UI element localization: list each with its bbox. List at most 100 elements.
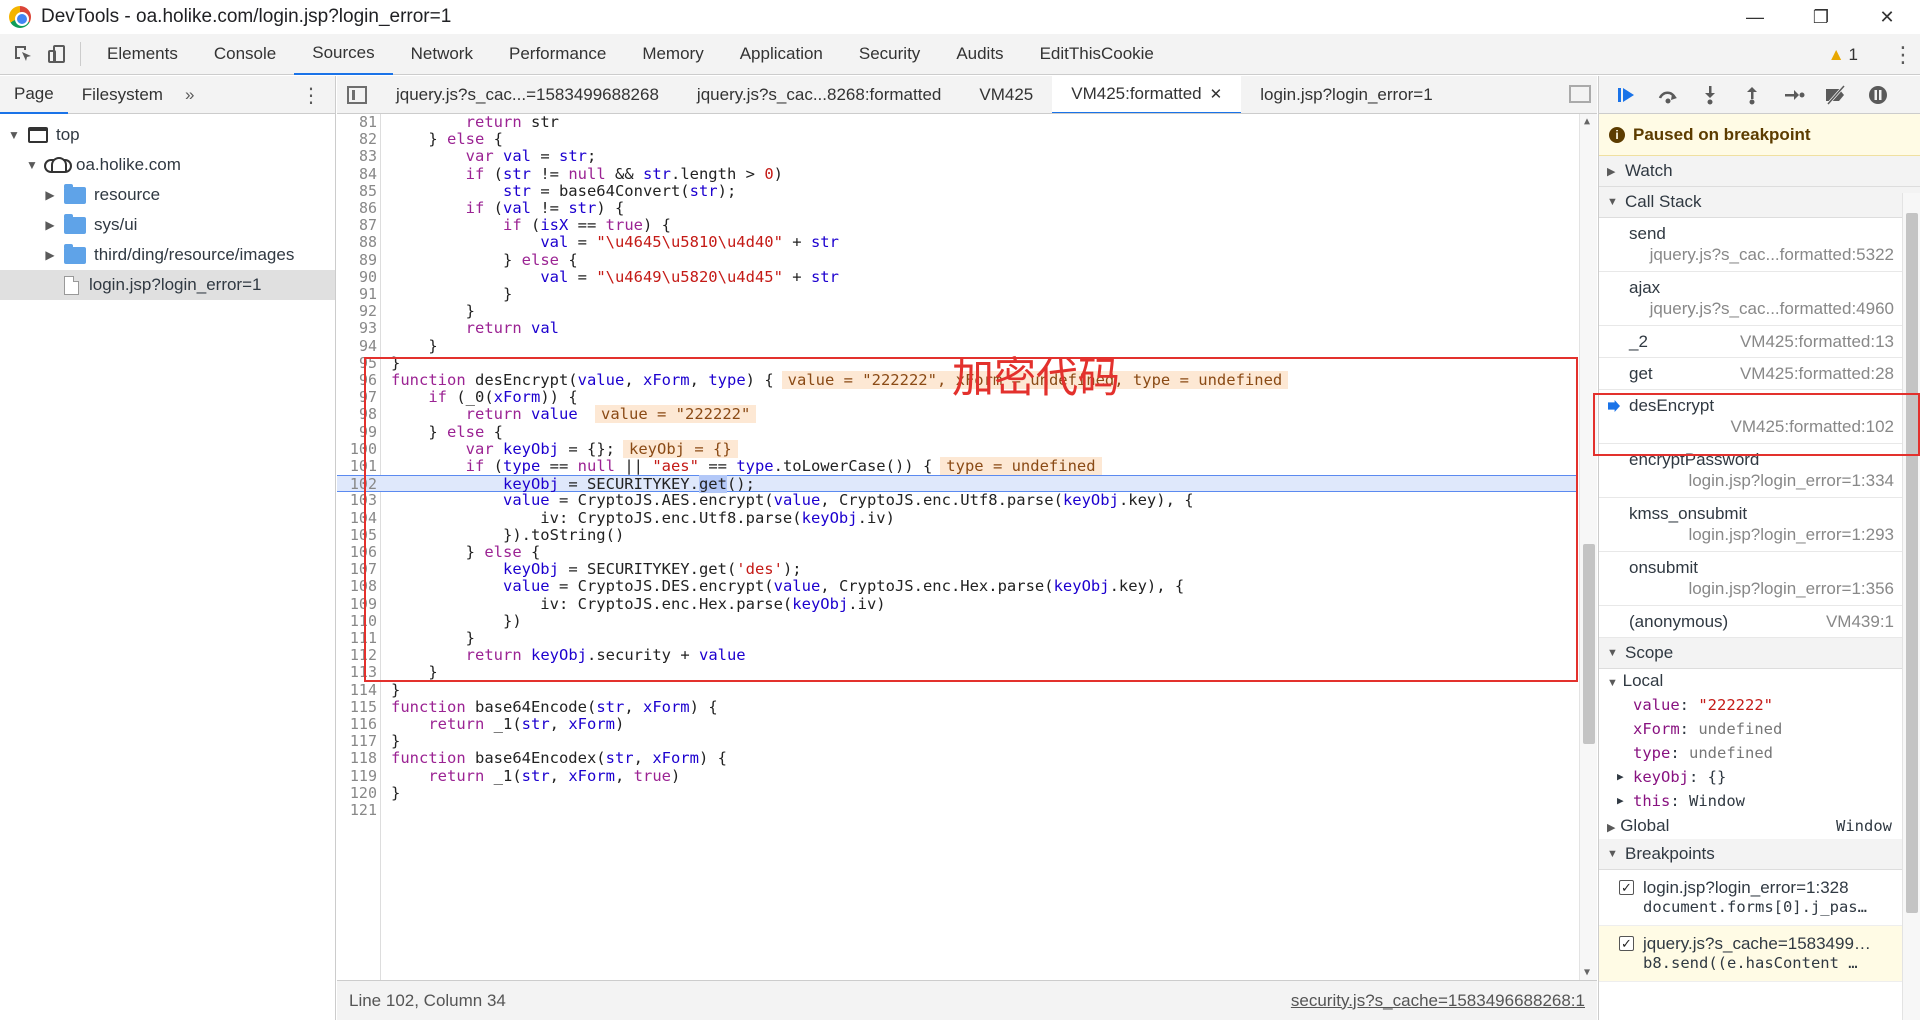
collapsed-arrow-icon[interactable]: ▶ xyxy=(42,248,58,262)
tab-page[interactable]: Page xyxy=(0,76,68,114)
code-line[interactable]: 87 if (isX == true) { xyxy=(337,216,1577,234)
more-tabs-icon[interactable]: » xyxy=(177,85,202,105)
tree-item[interactable]: ▼ top xyxy=(0,120,335,150)
code-line[interactable]: 115 function base64Encode(str, xForm) { xyxy=(337,698,1577,716)
line-number[interactable]: 120 xyxy=(337,784,377,802)
toggle-debugger-icon[interactable] xyxy=(1569,85,1591,103)
line-number[interactable]: 88 xyxy=(337,234,377,251)
breakpoint-checkbox[interactable]: ✓ xyxy=(1619,880,1634,895)
line-number[interactable]: 81 xyxy=(337,114,377,131)
editor-tab[interactable]: login.jsp?login_error=1 xyxy=(1241,76,1451,113)
call-frame[interactable]: get VM425:formatted:28 xyxy=(1599,358,1920,390)
collapsed-arrow-icon[interactable]: ▶ xyxy=(42,188,58,202)
breakpoints-section-header[interactable]: ▼ Breakpoints xyxy=(1599,839,1920,870)
resume-icon[interactable] xyxy=(1605,76,1647,114)
scope-variable[interactable]: value: "222222" xyxy=(1599,693,1920,717)
call-frame-location[interactable]: VM439:1 xyxy=(1826,612,1894,632)
code-line[interactable]: 119 return _1(str, xForm, true) xyxy=(337,767,1577,785)
editor-tab[interactable]: VM425 xyxy=(960,76,1052,113)
line-number[interactable]: 84 xyxy=(337,165,377,183)
breakpoint-item[interactable]: ✓ jquery.js?s_cache=1583499… b8.send((e.ha… xyxy=(1599,926,1920,982)
global-scope-row[interactable]: ▶ Global Window xyxy=(1599,813,1920,839)
code-line[interactable]: 85 str = base64Convert(str); xyxy=(337,182,1577,200)
code-line[interactable]: 89 } else { xyxy=(337,251,1577,269)
breakpoint-location[interactable]: login.jsp?login_error=1:328 xyxy=(1643,870,1920,898)
tab-network[interactable]: Network xyxy=(393,34,491,75)
call-frame-location[interactable]: VM425:formatted:13 xyxy=(1740,332,1894,352)
code-line[interactable]: 86 if (val != str) { xyxy=(337,199,1577,217)
tab-audits[interactable]: Audits xyxy=(938,34,1021,75)
breakpoint-checkbox[interactable]: ✓ xyxy=(1619,936,1634,951)
tab-console[interactable]: Console xyxy=(196,34,294,75)
tree-item[interactable]: ▶ resource xyxy=(0,180,335,210)
close-tab-icon[interactable]: ✕ xyxy=(1210,85,1223,103)
call-frame-location[interactable]: VM425:formatted:28 xyxy=(1740,364,1894,384)
call-frame-location[interactable]: login.jsp?login_error=1:356 xyxy=(1688,579,1894,599)
warnings-counter[interactable]: ▲ 1 xyxy=(1828,45,1858,65)
line-number[interactable]: 118 xyxy=(337,750,377,767)
scope-section-header[interactable]: ▼ Scope xyxy=(1599,638,1920,669)
line-number[interactable]: 90 xyxy=(337,268,377,286)
editor-scrollbar[interactable]: ▲ ▼ xyxy=(1579,114,1597,980)
code-line[interactable]: 117} xyxy=(337,732,1577,750)
code-line[interactable]: 121 xyxy=(337,801,1577,819)
tree-item[interactable]: ▼ oa.holike.com xyxy=(0,150,335,180)
line-number[interactable]: 115 xyxy=(337,698,377,716)
line-number[interactable]: 85 xyxy=(337,182,377,200)
collapsed-arrow-icon[interactable]: ▶ xyxy=(1617,765,1624,789)
line-number[interactable]: 114 xyxy=(337,681,377,699)
inspect-element-icon[interactable] xyxy=(6,37,40,71)
source-link[interactable]: security.js?s_cache=1583496688268:1 xyxy=(1291,991,1585,1011)
code-line[interactable]: 92 } xyxy=(337,302,1577,320)
expanded-arrow-icon[interactable]: ▼ xyxy=(6,128,22,142)
line-number[interactable]: 91 xyxy=(337,285,377,303)
call-frame-location[interactable]: login.jsp?login_error=1:334 xyxy=(1688,471,1894,491)
editor-tab[interactable]: VM425:formatted ✕ xyxy=(1052,76,1242,113)
breakpoint-item[interactable]: ✓ login.jsp?login_error=1:328 document.for… xyxy=(1599,870,1920,926)
call-frame-location[interactable]: login.jsp?login_error=1:293 xyxy=(1688,525,1894,545)
call-frame[interactable]: send jquery.js?s_cac...formatted:5322 xyxy=(1599,218,1920,272)
call-frame[interactable]: kmss_onsubmit login.jsp?login_error=1:293 xyxy=(1599,498,1920,552)
line-number[interactable]: 116 xyxy=(337,715,377,733)
tab-memory[interactable]: Memory xyxy=(624,34,721,75)
tree-item[interactable]: login.jsp?login_error=1 xyxy=(0,270,335,300)
code-line[interactable]: 82 } else { xyxy=(337,130,1577,148)
pause-on-exceptions-icon[interactable] xyxy=(1857,76,1899,114)
tab-editthiscookie[interactable]: EditThisCookie xyxy=(1022,34,1172,75)
tab-application[interactable]: Application xyxy=(722,34,841,75)
minimize-button[interactable]: — xyxy=(1722,0,1788,34)
close-window-button[interactable]: ✕ xyxy=(1854,0,1920,34)
line-number[interactable]: 92 xyxy=(337,302,377,320)
navigator-menu-icon[interactable]: ⋮ xyxy=(301,83,321,108)
line-number[interactable]: 117 xyxy=(337,732,377,750)
toggle-navigator-icon[interactable] xyxy=(337,76,377,113)
tab-elements[interactable]: Elements xyxy=(89,34,196,75)
line-number[interactable]: 119 xyxy=(337,767,377,785)
tree-item[interactable]: ▶ sys/ui xyxy=(0,210,335,240)
call-frame-location[interactable]: jquery.js?s_cac...formatted:4960 xyxy=(1650,299,1894,319)
local-scope-header[interactable]: ▼ Local xyxy=(1599,669,1920,693)
code-line[interactable]: 88 val = "\u4645\u5810\u4d40" + str xyxy=(337,234,1577,251)
code-line[interactable]: 114} xyxy=(337,681,1577,699)
tree-item[interactable]: ▶ third/ding/resource/images xyxy=(0,240,335,270)
editor-tab[interactable]: jquery.js?s_cac...8268:formatted xyxy=(678,76,960,113)
code-line[interactable]: 118 function base64Encodex(str, xForm) { xyxy=(337,750,1577,767)
step-over-icon[interactable] xyxy=(1647,76,1689,114)
line-number[interactable]: 83 xyxy=(337,148,377,165)
devtools-menu-icon[interactable]: ⋮ xyxy=(1886,42,1920,68)
collapsed-arrow-icon[interactable]: ▶ xyxy=(1617,789,1624,813)
code-line[interactable]: 83 var val = str; xyxy=(337,148,1577,165)
call-frame[interactable]: (anonymous) VM439:1 xyxy=(1599,606,1920,638)
debugger-scrollbar[interactable] xyxy=(1902,193,1920,1020)
line-number[interactable]: 87 xyxy=(337,216,377,234)
step-icon[interactable] xyxy=(1773,76,1815,114)
line-number[interactable]: 82 xyxy=(337,130,377,148)
line-number[interactable]: 86 xyxy=(337,199,377,217)
tab-sources[interactable]: Sources xyxy=(294,33,393,75)
code-line[interactable]: 84 if (str != null && str.length > 0) xyxy=(337,165,1577,183)
code-line[interactable]: 81 return str xyxy=(337,114,1577,131)
code-line[interactable]: 93 return val xyxy=(337,320,1577,337)
tab-security[interactable]: Security xyxy=(841,34,938,75)
call-frame-location[interactable]: jquery.js?s_cac...formatted:5322 xyxy=(1650,245,1894,265)
device-toolbar-icon[interactable] xyxy=(40,37,74,71)
